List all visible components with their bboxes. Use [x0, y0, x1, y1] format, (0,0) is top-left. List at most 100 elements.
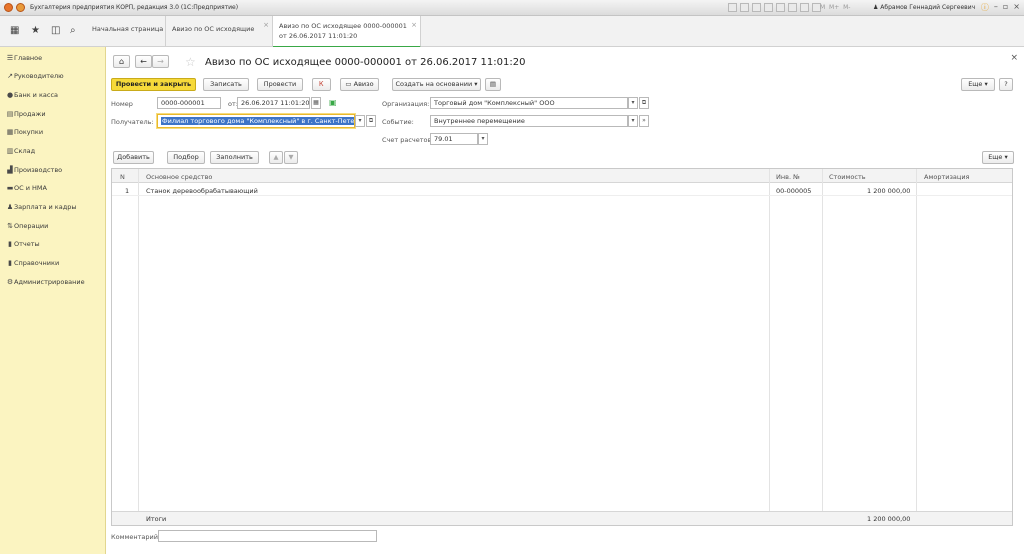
table-more-label: Еще: [988, 153, 1003, 161]
assets-table[interactable]: N Основное средство Инв. № Стоимость Амо…: [111, 168, 1013, 526]
more-button[interactable]: Еще ▾: [961, 78, 995, 91]
title-toolbar-icons: [728, 3, 821, 12]
select-button[interactable]: Подбор: [167, 151, 205, 164]
event-dropdown[interactable]: ▾: [628, 115, 638, 127]
close-icon[interactable]: ×: [1013, 2, 1020, 13]
organization-dropdown[interactable]: ▾: [628, 97, 638, 109]
m-minus-label[interactable]: M-: [843, 4, 850, 11]
event-select-button[interactable]: »: [639, 115, 649, 127]
recipient-label: Получатель:: [111, 118, 154, 126]
number-label: Номер: [111, 100, 133, 108]
m-label[interactable]: M: [820, 4, 825, 11]
sidebar-item-sales[interactable]: ▤ Продажи: [7, 110, 46, 118]
col-n[interactable]: N: [120, 173, 125, 181]
sidebar-item-catalogs[interactable]: ▮ Справочники: [8, 259, 59, 267]
preview-icon[interactable]: [752, 3, 761, 12]
apps-grid-icon[interactable]: ▦: [10, 26, 19, 36]
organization-field[interactable]: Торговый дом "Комплексный" ООО: [430, 97, 628, 109]
restore-icon[interactable]: ▫: [1003, 2, 1008, 13]
history-icon[interactable]: ◫: [51, 26, 60, 36]
organization-open-button[interactable]: ⧉: [639, 97, 649, 109]
tab-notice-document[interactable]: Авизо по ОС исходящее 0000-000001 от 26.…: [273, 16, 421, 48]
current-user[interactable]: ♟ Абрамов Геннадий Сергеевич: [873, 4, 975, 11]
recipient-open-button[interactable]: ⧉: [366, 115, 376, 127]
gear-icon: ⚙: [6, 278, 14, 286]
tab-home[interactable]: Начальная страница: [86, 16, 166, 47]
move-up-button[interactable]: ▲: [269, 151, 283, 164]
journal-entries-button[interactable]: Ꮶ: [312, 78, 331, 91]
calendar-button[interactable]: ▦: [311, 97, 321, 109]
table-more-button[interactable]: Еще ▾: [982, 151, 1014, 164]
sidebar-item-reports[interactable]: ▮ Отчеты: [8, 240, 40, 248]
account-dropdown[interactable]: ▾: [478, 133, 488, 145]
sidebar-item-payroll[interactable]: ♟ Зарплата и кадры: [7, 203, 77, 211]
event-field[interactable]: Внутреннее перемещение: [430, 115, 628, 127]
m-plus-label[interactable]: M+: [829, 4, 839, 11]
sidebar-item-production[interactable]: ▟ Производство: [7, 166, 62, 174]
post-button[interactable]: Провести: [257, 78, 303, 91]
chevron-down-icon: ▾: [631, 99, 635, 106]
print-button[interactable]: ▭ Авизо: [340, 78, 379, 91]
calendar-icon[interactable]: [764, 3, 773, 12]
compare-icon[interactable]: [788, 3, 797, 12]
arrow-right-icon: →: [157, 57, 164, 66]
chevron-down-icon: ▾: [984, 80, 988, 88]
memory-buttons[interactable]: M M+ M-: [820, 4, 850, 11]
dt-kt-icon: Ꮶ: [319, 80, 324, 88]
tab-notices-list[interactable]: Авизо по ОС исходящие ×: [166, 16, 273, 47]
tab-close-icon[interactable]: ×: [263, 21, 269, 29]
info-icon[interactable]: ⓘ: [981, 2, 989, 13]
col-cost[interactable]: Стоимость: [829, 173, 866, 181]
print-icon[interactable]: [740, 3, 749, 12]
calculator-icon[interactable]: [800, 3, 809, 12]
fill-button[interactable]: Заполнить: [210, 151, 259, 164]
recipient-dropdown[interactable]: ▾: [355, 115, 365, 127]
search-icon[interactable]: ⌕: [70, 26, 76, 36]
sidebar-item-main[interactable]: ☰ Главное: [7, 54, 42, 62]
sidebar-label: Отчеты: [14, 240, 40, 248]
minimize-icon[interactable]: –: [994, 2, 998, 13]
sidebar-item-operations[interactable]: ⇅ Операции: [7, 222, 48, 230]
account-field[interactable]: 79.01: [430, 133, 478, 145]
report-button[interactable]: ▤: [485, 78, 501, 91]
create-based-on-button[interactable]: Создать на основании ▾: [392, 78, 481, 91]
tab-close-icon[interactable]: ×: [411, 21, 417, 29]
app-dropdown-icon[interactable]: [16, 3, 25, 12]
coin-icon: ●: [6, 91, 14, 99]
user-name: Абрамов Геннадий Сергеевич: [880, 4, 976, 11]
sidebar-label: Банк и касса: [14, 91, 59, 99]
add-row-button[interactable]: Добавить: [113, 151, 154, 164]
arrow-up-icon: ▲: [273, 153, 279, 161]
column-divider: [822, 169, 823, 525]
bar-chart-icon: ▮: [8, 240, 12, 248]
sidebar-item-admin[interactable]: ⚙ Администрирование: [7, 278, 85, 286]
date-field[interactable]: 26.06.2017 11:01:20: [237, 97, 310, 109]
number-field[interactable]: 0000-000001: [157, 97, 221, 109]
forward-button[interactable]: →: [152, 55, 169, 68]
save-icon[interactable]: [728, 3, 737, 12]
sidebar-item-warehouse[interactable]: ▥ Склад: [7, 147, 35, 155]
form-close-icon[interactable]: ×: [1010, 53, 1018, 63]
move-down-button[interactable]: ▼: [284, 151, 298, 164]
home-button[interactable]: ⌂: [113, 55, 130, 68]
sidebar-item-manager[interactable]: ↗ Руководителю: [7, 72, 64, 80]
arrow-left-icon: ←: [140, 57, 147, 66]
link-icon[interactable]: [776, 3, 785, 12]
sidebar-item-purchases[interactable]: ▦ Покупки: [7, 128, 43, 136]
post-and-close-button[interactable]: Провести и закрыть: [111, 78, 196, 91]
back-button[interactable]: ←: [135, 55, 152, 68]
help-button[interactable]: ?: [999, 78, 1013, 91]
recipient-field[interactable]: Филиал торгового дома "Комплексный" в г.…: [157, 114, 355, 128]
column-divider: [916, 169, 917, 525]
favorite-star-icon[interactable]: ☆: [185, 55, 196, 69]
col-asset[interactable]: Основное средство: [146, 173, 212, 181]
col-inv[interactable]: Инв. №: [776, 173, 800, 181]
col-amortization[interactable]: Амортизация: [924, 173, 969, 181]
sidebar-item-fixed-assets[interactable]: ▬ ОС и НМА: [7, 184, 47, 192]
favorites-star-icon[interactable]: ★: [31, 26, 40, 36]
table-row[interactable]: 1 Станок деревообрабатывающий 00-000005 …: [112, 184, 1012, 196]
app-menu-icon[interactable]: [4, 3, 13, 12]
comment-field[interactable]: [158, 530, 377, 542]
save-button[interactable]: Записать: [203, 78, 249, 91]
sidebar-item-bank[interactable]: ● Банк и касса: [7, 91, 59, 99]
